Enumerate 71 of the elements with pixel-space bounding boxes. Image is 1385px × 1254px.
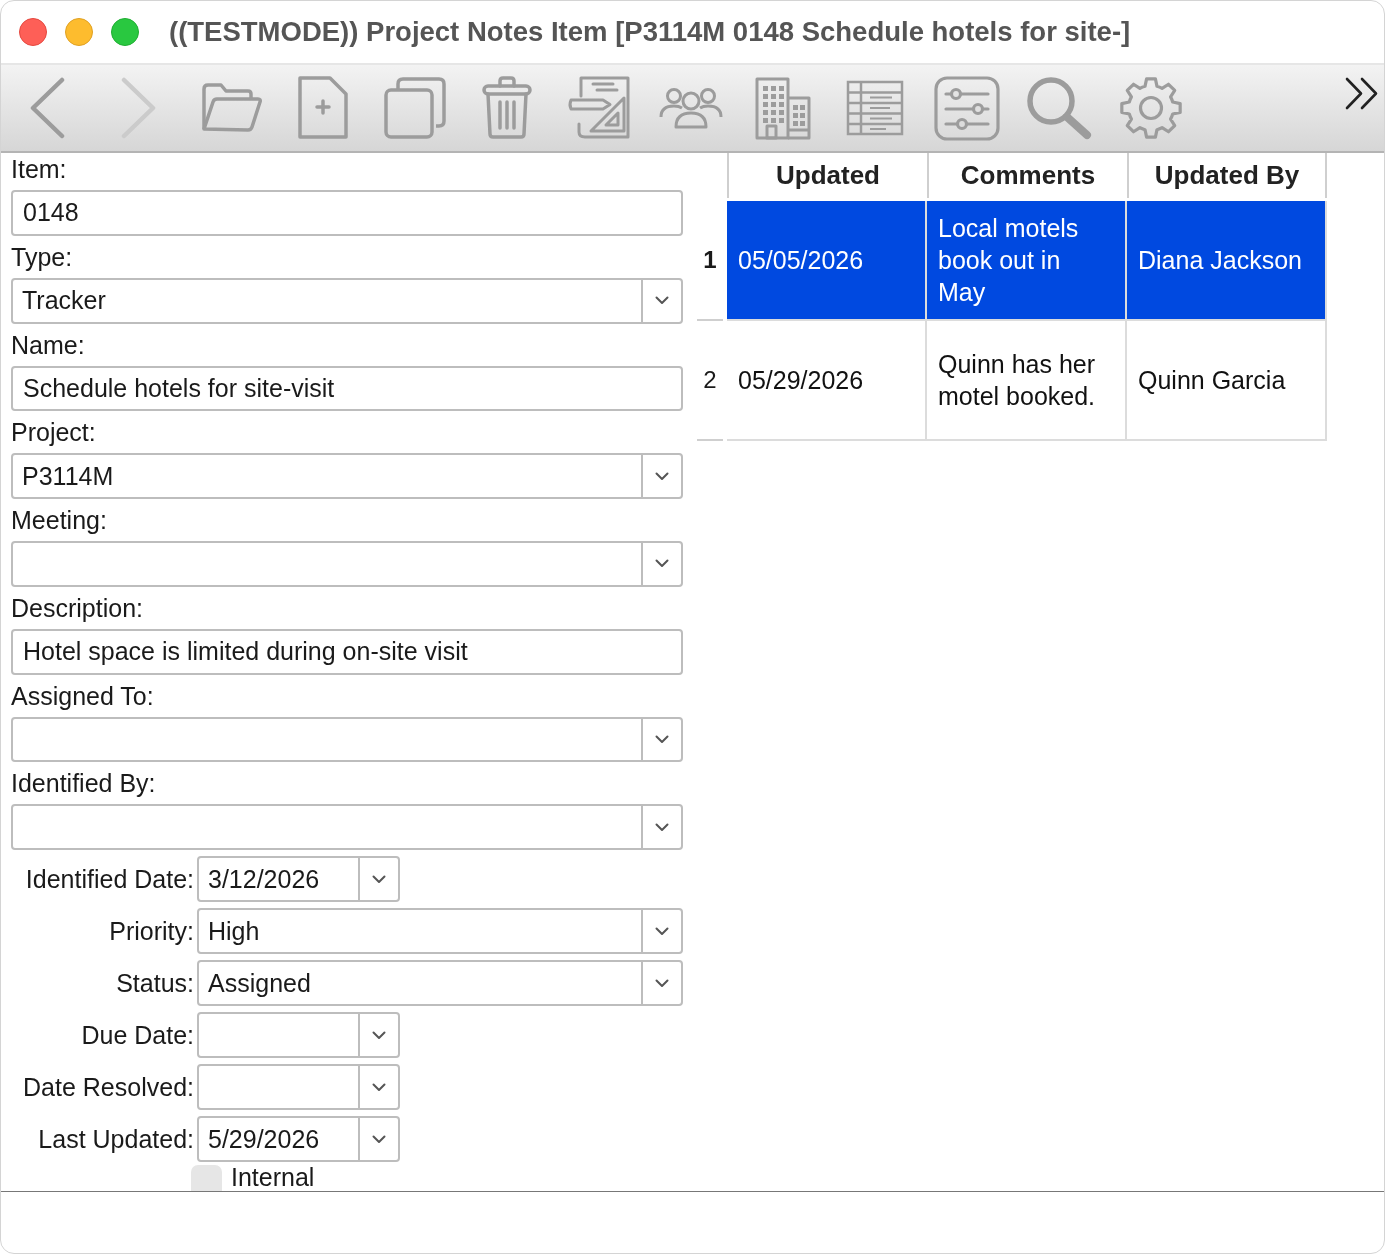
chevron-down-icon (655, 734, 669, 744)
field-label: Type: (11, 241, 74, 273)
field-label: Last Updated: (37, 1124, 194, 1154)
text-field[interactable]: Schedule hotels for site-visit (11, 365, 683, 412)
date-field[interactable] (197, 1012, 400, 1058)
table-row[interactable]: 05/29/2026 Quinn has her motel booked. Quinn Garcia (727, 321, 1327, 441)
chevron-down-icon (655, 978, 669, 988)
chevron-down-icon (372, 1134, 386, 1144)
field-label: Project: (11, 417, 97, 449)
chevron-down-icon (372, 1082, 386, 1092)
chevron-down-icon (372, 1030, 386, 1040)
field-label: Assigned To: (11, 680, 155, 712)
field-label: Date Resolved: (22, 1072, 194, 1102)
search-icon[interactable] (1026, 76, 1092, 140)
dropdown-field[interactable]: Assigned (197, 960, 683, 1006)
window-title: ((TESTMODE)) Project Notes Item [P3114M 0148 Schedule hotels for site-] (169, 16, 1131, 48)
field-label: Meeting: (11, 505, 108, 536)
building-icon[interactable] (754, 76, 812, 140)
table-cell: 05/05/2026 (727, 201, 927, 319)
chevron-down-icon (655, 926, 669, 936)
chevron-down-icon (655, 559, 669, 569)
text-field[interactable]: 0148 (11, 190, 683, 236)
row-number: 1 (703, 246, 717, 274)
column-header[interactable]: Comments (927, 153, 1127, 198)
date-field[interactable] (197, 1064, 400, 1110)
dropdown-field[interactable] (11, 804, 683, 850)
checkbox-label: Internal (231, 1164, 315, 1191)
text-field[interactable]: Hotel space is limited during on-site visit (11, 628, 683, 675)
field-label: Identified Date: (24, 864, 194, 894)
table-row[interactable]: 05/05/2026 Local motels book out in May Diana Jackson (727, 201, 1327, 321)
table-cell: Local motels book out in May (927, 201, 1127, 319)
gear-icon[interactable] (1119, 76, 1183, 140)
table-cell: 05/29/2026 (727, 321, 927, 439)
dropdown-field[interactable]: High (197, 908, 683, 954)
date-field[interactable]: 3/12/2026 (197, 856, 400, 902)
chevron-down-icon (655, 296, 669, 306)
sliders-icon[interactable] (934, 75, 1000, 141)
field-label: Item: (11, 154, 68, 185)
copy-icon[interactable] (383, 76, 447, 140)
table-icon[interactable] (846, 80, 904, 136)
table-cell: Diana Jackson (1127, 201, 1327, 319)
dropdown-field[interactable]: P3114M (11, 453, 683, 499)
chevron-down-icon (655, 822, 669, 832)
field-label: Description: (11, 592, 144, 624)
table-cell: Quinn has her motel booked. (927, 321, 1127, 439)
close-button[interactable] (19, 18, 47, 46)
date-field[interactable]: 5/29/2026 (197, 1116, 400, 1162)
checkbox[interactable] (191, 1165, 222, 1191)
document-pencil-icon[interactable] (567, 76, 631, 140)
dropdown-field[interactable]: Tracker (11, 277, 683, 324)
table-cell: Quinn Garcia (1127, 321, 1327, 439)
trash-icon[interactable] (481, 76, 533, 140)
chevron-down-icon (372, 874, 386, 884)
chevron-left-icon[interactable] (29, 77, 65, 139)
double-chevron-icon[interactable] (1345, 77, 1379, 110)
zoom-button[interactable] (111, 18, 139, 46)
field-label: Status: (115, 968, 194, 998)
row-number: 2 (703, 366, 717, 394)
field-label: Name: (11, 329, 86, 361)
chevron-down-icon (655, 471, 669, 481)
dropdown-field[interactable] (11, 716, 683, 763)
column-header[interactable]: Updated (727, 153, 927, 198)
field-label: Due Date: (80, 1020, 194, 1050)
column-header[interactable]: Updated By (1127, 153, 1327, 198)
dropdown-field[interactable] (11, 541, 683, 587)
folder-icon[interactable] (199, 83, 263, 133)
people-icon[interactable] (659, 87, 723, 129)
field-label: Priority: (108, 916, 194, 946)
field-label: Identified By: (11, 768, 157, 800)
document-plus-icon[interactable] (297, 76, 349, 140)
minimize-button[interactable] (65, 18, 93, 46)
